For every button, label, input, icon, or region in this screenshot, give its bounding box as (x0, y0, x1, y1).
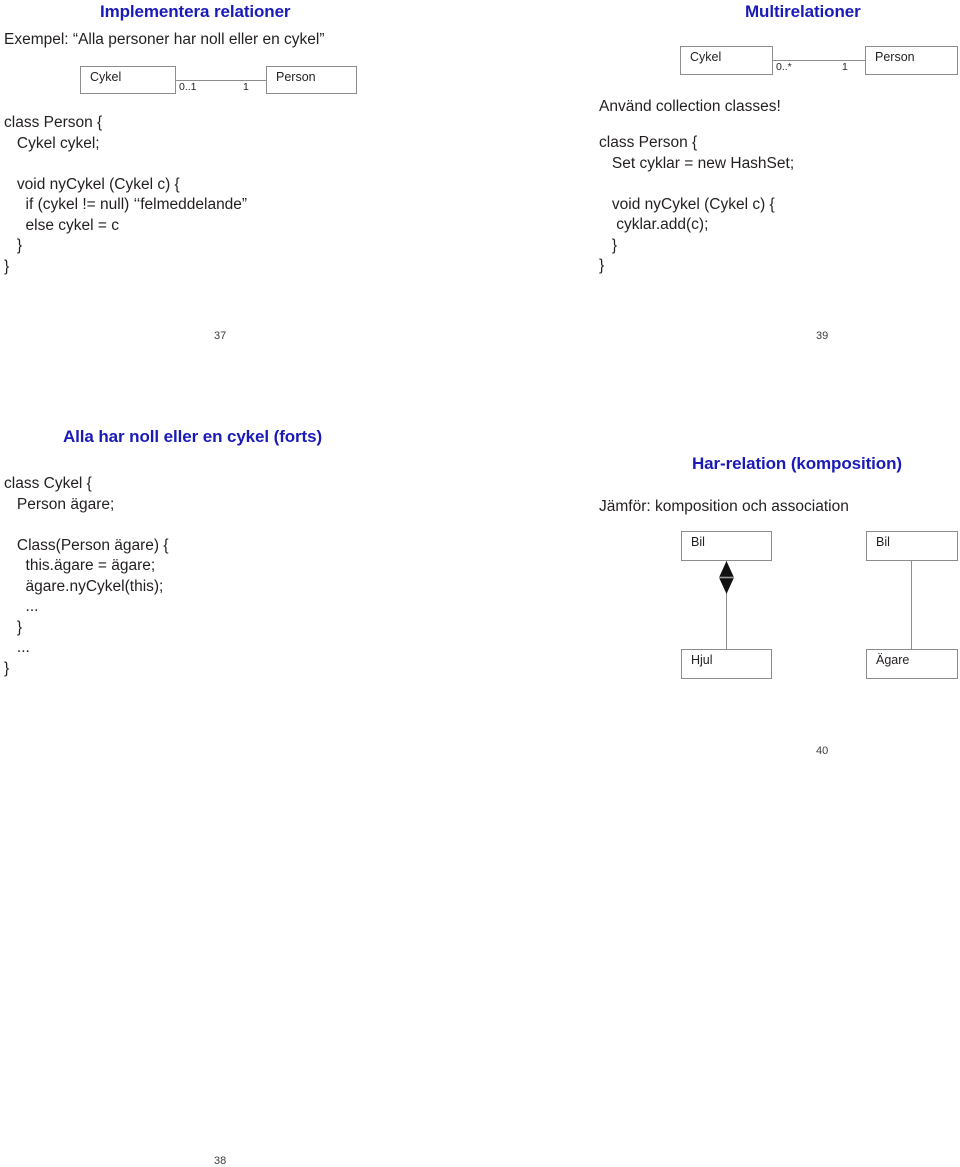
slide-title: Har-relation (komposition) (692, 454, 902, 473)
slide-multirelationer: Multirelationer Cykel 0..* 1 Person Anvä… (580, 0, 960, 360)
page-number: 39 (816, 330, 829, 342)
uml-multiplicity-right: 1 (243, 81, 249, 93)
slide-implementera-relationer: Implementera relationer Exempel: “Alla p… (0, 0, 480, 360)
page-number: 40 (816, 745, 829, 757)
uml-class-name: Cykel (690, 50, 722, 64)
code-block: class Person { Set cyklar = new HashSet;… (599, 134, 795, 274)
slide-subtitle: Använd collection classes! (599, 98, 781, 115)
uml-association-line (911, 561, 912, 649)
slide-subtitle: Exempel: “Alla personer har noll eller e… (4, 31, 325, 48)
uml-class-box-bil-association: Bil (866, 531, 958, 561)
uml-class-box-bil-composition: Bil (681, 531, 772, 561)
slide-alla-har-noll-eller-en-cykel-forts: Alla har noll eller en cykel (forts) cla… (0, 410, 480, 1167)
uml-multiplicity-right: 1 (842, 61, 848, 73)
uml-class-name: Bil (876, 535, 890, 549)
uml-multiplicity-left: 0..* (776, 61, 792, 73)
slide-title: Multirelationer (745, 2, 861, 21)
uml-class-name: Hjul (691, 653, 713, 667)
uml-multiplicity-left: 0..1 (179, 81, 197, 93)
uml-class-name: Person (276, 70, 316, 84)
uml-class-name: Bil (691, 535, 705, 549)
uml-class-name: Cykel (90, 70, 122, 84)
page-number: 38 (214, 1155, 227, 1167)
slide-har-relation-komposition: Har-relation (komposition) Jämför: kompo… (580, 430, 960, 763)
uml-class-box-cykel: Cykel (80, 66, 176, 94)
slide-title: Alla har noll eller en cykel (forts) (63, 427, 323, 446)
slide-title: Implementera relationer (100, 2, 291, 21)
uml-class-name: Person (875, 50, 915, 64)
uml-class-name: Ägare (876, 653, 910, 667)
page-number: 37 (214, 330, 227, 342)
uml-class-box-hjul: Hjul (681, 649, 772, 679)
code-block: class Person { Cykel cykel; void nyCykel… (4, 114, 248, 275)
slide-subtitle: Jämför: komposition och association (599, 498, 849, 515)
uml-class-box-person: Person (266, 66, 357, 94)
uml-class-box-person: Person (865, 46, 958, 75)
uml-class-box-cykel: Cykel (680, 46, 773, 75)
uml-class-box-agare: Ägare (866, 649, 958, 679)
code-block: class Cykel { Person ägare; Class(Person… (4, 475, 169, 677)
